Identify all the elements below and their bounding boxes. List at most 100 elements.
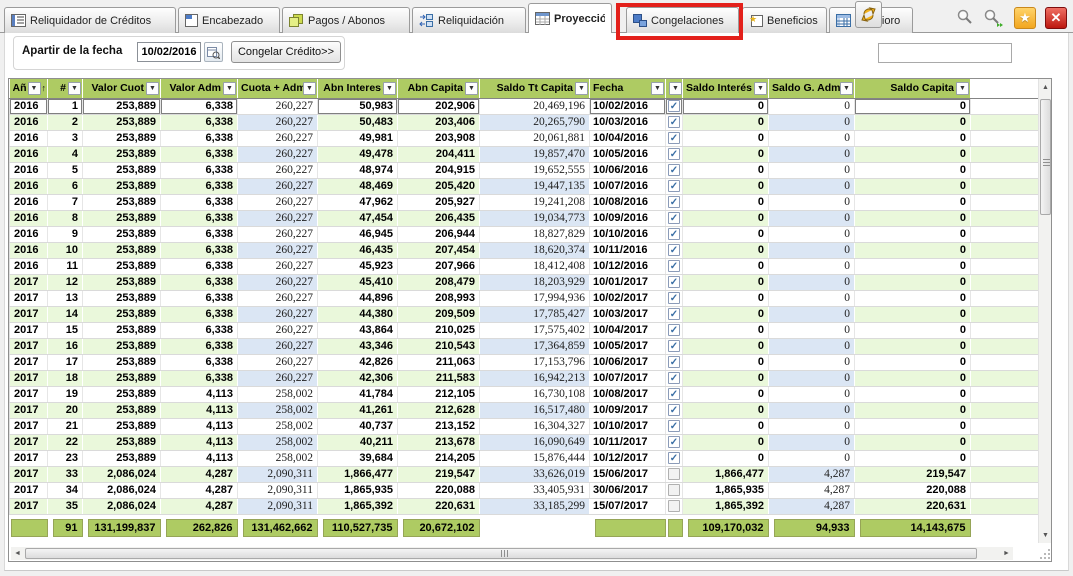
refresh-button[interactable]: [855, 1, 882, 28]
cell-abn_capital[interactable]: 211,583: [398, 370, 480, 386]
cell-fecha[interactable]: 10/02/2016: [590, 98, 666, 114]
tab-reliquidacion[interactable]: Reliquidación: [412, 7, 526, 33]
cell-saldo_g_adm[interactable]: 0: [769, 370, 855, 386]
cell-ano[interactable]: 2017: [10, 482, 48, 498]
cell-valor_adm[interactable]: 6,338: [161, 338, 238, 354]
cell-valor_cuota[interactable]: 253,889: [83, 274, 161, 290]
row-checkbox-checked[interactable]: ✓: [668, 132, 680, 144]
vertical-scrollbar[interactable]: ▲ ▼: [1038, 79, 1051, 543]
col-header-abn_capital[interactable]: Abn Capita▼: [398, 79, 480, 98]
row-checkbox-unchecked[interactable]: [668, 484, 680, 496]
cell-fecha[interactable]: 30/06/2017: [590, 482, 666, 498]
cell-fecha[interactable]: 10/02/2017: [590, 290, 666, 306]
cell-valor_cuota[interactable]: 253,889: [83, 402, 161, 418]
cell-saldo_g_adm[interactable]: 0: [769, 130, 855, 146]
filter-dropdown-icon[interactable]: ▼: [28, 82, 41, 95]
cell-saldo_g_adm[interactable]: 4,287: [769, 498, 855, 514]
cell-saldo_interes[interactable]: 0: [683, 210, 769, 226]
cell-valor_adm[interactable]: 6,338: [161, 194, 238, 210]
cell-saldo_capital[interactable]: 0: [855, 98, 971, 114]
cell-abn_interes[interactable]: 44,896: [318, 290, 398, 306]
cell-chk[interactable]: ✓: [666, 114, 683, 130]
cell-num[interactable]: 5: [48, 162, 83, 178]
col-header-fecha[interactable]: Fecha▼: [590, 79, 666, 98]
cell-valor_cuota[interactable]: 253,889: [83, 194, 161, 210]
cell-abn_interes[interactable]: 1,865,935: [318, 482, 398, 498]
cell-chk[interactable]: ✓: [666, 338, 683, 354]
cell-saldo_tt[interactable]: 17,785,427: [480, 306, 590, 322]
cell-saldo_capital[interactable]: 0: [855, 258, 971, 274]
cell-saldo_g_adm[interactable]: 0: [769, 386, 855, 402]
cell-valor_adm[interactable]: 6,338: [161, 210, 238, 226]
cell-saldo_capital[interactable]: 0: [855, 146, 971, 162]
row-checkbox-checked[interactable]: ✓: [668, 388, 680, 400]
cell-fecha[interactable]: 10/03/2017: [590, 306, 666, 322]
cell-chk[interactable]: ✓: [666, 386, 683, 402]
cell-saldo_interes[interactable]: 0: [683, 114, 769, 130]
cell-saldo_capital[interactable]: 0: [855, 290, 971, 306]
tab-encabezado[interactable]: Encabezado: [178, 7, 280, 33]
cell-num[interactable]: 20: [48, 402, 83, 418]
cell-ano[interactable]: 2016: [10, 114, 48, 130]
cell-saldo_capital[interactable]: 0: [855, 450, 971, 466]
cell-cuota_adm[interactable]: 260,227: [238, 306, 318, 322]
cell-saldo_tt[interactable]: 18,620,374: [480, 242, 590, 258]
cell-ano[interactable]: 2016: [10, 146, 48, 162]
cell-abn_capital[interactable]: 208,993: [398, 290, 480, 306]
cell-saldo_g_adm[interactable]: 0: [769, 178, 855, 194]
cell-chk[interactable]: ✓: [666, 162, 683, 178]
cell-chk[interactable]: ✓: [666, 450, 683, 466]
row-checkbox-checked[interactable]: ✓: [668, 148, 680, 160]
cell-cuota_adm[interactable]: 260,227: [238, 370, 318, 386]
cell-fecha[interactable]: 10/07/2016: [590, 178, 666, 194]
cell-valor_cuota[interactable]: 253,889: [83, 354, 161, 370]
cell-saldo_g_adm[interactable]: 4,287: [769, 466, 855, 482]
cell-saldo_g_adm[interactable]: 0: [769, 290, 855, 306]
cell-saldo_tt[interactable]: 19,241,208: [480, 194, 590, 210]
cell-num[interactable]: 21: [48, 418, 83, 434]
cell-valor_cuota[interactable]: 253,889: [83, 370, 161, 386]
cell-ano[interactable]: 2016: [10, 210, 48, 226]
cell-ano[interactable]: 2017: [10, 466, 48, 482]
cell-fecha[interactable]: 10/06/2017: [590, 354, 666, 370]
cell-chk[interactable]: ✓: [666, 354, 683, 370]
cell-cuota_adm[interactable]: 260,227: [238, 178, 318, 194]
filter-dropdown-icon[interactable]: ▼: [146, 82, 159, 95]
cell-abn_capital[interactable]: 214,205: [398, 450, 480, 466]
cell-saldo_g_adm[interactable]: 0: [769, 242, 855, 258]
cell-cuota_adm[interactable]: 258,002: [238, 434, 318, 450]
freeze-credit-button[interactable]: Congelar Crédito>>: [231, 41, 341, 63]
cell-abn_capital[interactable]: 207,966: [398, 258, 480, 274]
cell-valor_adm[interactable]: 6,338: [161, 98, 238, 114]
favorite-button[interactable]: ★: [1014, 7, 1036, 29]
cell-num[interactable]: 7: [48, 194, 83, 210]
filter-dropdown-icon[interactable]: ▼: [68, 82, 81, 95]
cell-abn_interes[interactable]: 43,346: [318, 338, 398, 354]
cell-saldo_tt[interactable]: 17,153,796: [480, 354, 590, 370]
cell-num[interactable]: 16: [48, 338, 83, 354]
cell-abn_capital[interactable]: 211,063: [398, 354, 480, 370]
vertical-scroll-thumb[interactable]: [1040, 99, 1051, 215]
filter-dropdown-icon[interactable]: ▼: [465, 82, 478, 95]
cell-num[interactable]: 12: [48, 274, 83, 290]
horizontal-scroll-thumb[interactable]: [25, 548, 977, 559]
cell-num[interactable]: 14: [48, 306, 83, 322]
cell-abn_interes[interactable]: 45,410: [318, 274, 398, 290]
col-header-ano[interactable]: Añ▼↑: [10, 79, 48, 98]
scroll-down-arrow[interactable]: ▼: [1039, 529, 1052, 543]
cell-chk[interactable]: ✓: [666, 434, 683, 450]
cell-saldo_g_adm[interactable]: 0: [769, 322, 855, 338]
cell-cuota_adm[interactable]: 260,227: [238, 242, 318, 258]
cell-saldo_g_adm[interactable]: 0: [769, 114, 855, 130]
col-header-saldo_capital[interactable]: Saldo Capita▼: [855, 79, 971, 98]
cell-abn_interes[interactable]: 1,866,477: [318, 466, 398, 482]
cell-ano[interactable]: 2017: [10, 338, 48, 354]
cell-valor_cuota[interactable]: 253,889: [83, 322, 161, 338]
cell-num[interactable]: 34: [48, 482, 83, 498]
cell-num[interactable]: 17: [48, 354, 83, 370]
row-checkbox-checked[interactable]: ✓: [668, 356, 680, 368]
cell-cuota_adm[interactable]: 260,227: [238, 162, 318, 178]
cell-saldo_g_adm[interactable]: 0: [769, 450, 855, 466]
cell-saldo_capital[interactable]: 0: [855, 306, 971, 322]
cell-chk[interactable]: ✓: [666, 258, 683, 274]
